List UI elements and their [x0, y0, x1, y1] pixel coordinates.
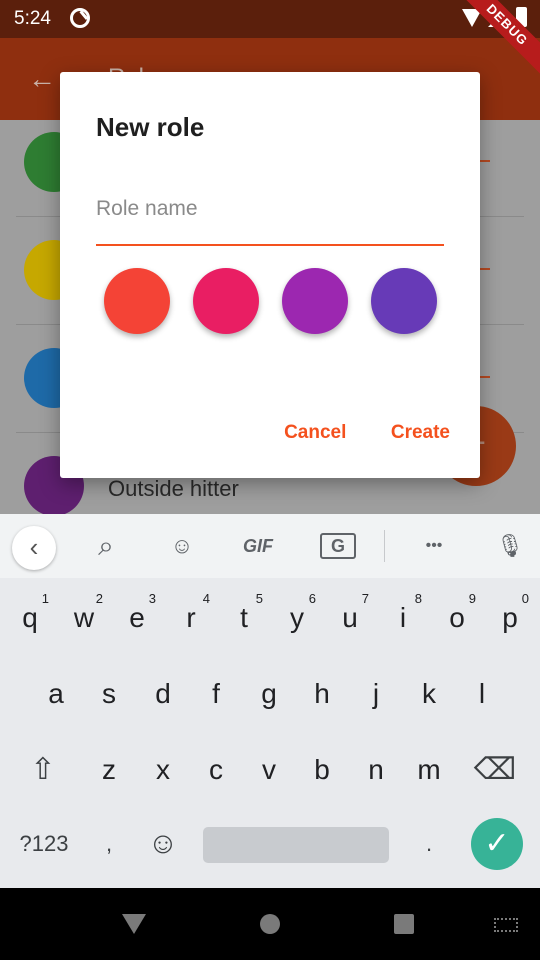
- key-label: p: [502, 602, 518, 633]
- key-label: y: [290, 602, 304, 633]
- color-swatch-red[interactable]: [104, 268, 170, 334]
- color-swatch-purple[interactable]: [282, 268, 348, 334]
- key-g[interactable]: g: [244, 664, 294, 724]
- space-key[interactable]: [203, 827, 389, 863]
- period-key[interactable]: .: [404, 814, 454, 874]
- enter-key[interactable]: ✓: [471, 818, 523, 870]
- dialog-actions: Cancel Create: [244, 422, 450, 444]
- key-hint: 7: [361, 591, 369, 606]
- key-d[interactable]: d: [138, 664, 188, 724]
- shift-key[interactable]: ⇧: [18, 740, 68, 800]
- key-f[interactable]: f: [191, 664, 241, 724]
- key-z[interactable]: z: [84, 740, 134, 800]
- toolbar-divider: [384, 530, 385, 562]
- role-name-input[interactable]: [96, 188, 444, 230]
- sticker-icon[interactable]: ☺: [164, 530, 200, 562]
- new-role-dialog: New role Cancel Create: [60, 72, 480, 478]
- key-u[interactable]: u7: [325, 588, 375, 648]
- more-icon[interactable]: •••: [414, 530, 454, 562]
- key-k[interactable]: k: [404, 664, 454, 724]
- key-y[interactable]: y6: [272, 588, 322, 648]
- key-label: e: [129, 602, 145, 633]
- translate-icon[interactable]: G: [320, 533, 356, 559]
- key-e[interactable]: e3: [112, 588, 162, 648]
- key-hint: 3: [148, 591, 156, 606]
- nav-recents-icon[interactable]: [394, 914, 414, 934]
- key-j[interactable]: j: [351, 664, 401, 724]
- key-hint: 8: [414, 591, 422, 606]
- key-label: o: [449, 602, 465, 633]
- emoji-key[interactable]: ☺: [138, 814, 188, 874]
- soft-keyboard: ‹ ⌕ ☺ GIF G ••• 🎙 q1 w2 e3 r4 t5 y6 u7 i…: [0, 514, 540, 888]
- role-name-label: Outside hitter: [108, 476, 239, 501]
- color-picker: [104, 268, 440, 334]
- key-label: t: [240, 602, 248, 633]
- dialog-title: New role: [96, 112, 205, 142]
- cancel-button[interactable]: Cancel: [284, 422, 346, 444]
- key-q[interactable]: q1: [5, 588, 55, 648]
- gif-icon[interactable]: GIF: [236, 530, 280, 562]
- color-swatch-deep-purple[interactable]: [371, 268, 437, 334]
- status-bar: 5:24: [0, 0, 540, 38]
- key-label: r: [186, 602, 196, 633]
- keyboard-toolbar: ‹ ⌕ ☺ GIF G ••• 🎙: [0, 514, 540, 578]
- key-label: i: [399, 602, 407, 633]
- collapse-keyboard-icon[interactable]: ‹: [12, 526, 56, 570]
- key-hint: 5: [255, 591, 263, 606]
- keyboard-switch-icon[interactable]: [494, 918, 518, 932]
- key-v[interactable]: v: [244, 740, 294, 800]
- key-m[interactable]: m: [404, 740, 454, 800]
- color-swatch-pink[interactable]: [193, 268, 259, 334]
- key-hint: 0: [521, 591, 529, 606]
- system-nav-bar: [0, 888, 540, 960]
- nav-home-icon[interactable]: [260, 914, 280, 934]
- search-icon[interactable]: ⌕: [88, 530, 124, 562]
- key-label: q: [22, 602, 38, 633]
- symbols-key[interactable]: ?123: [12, 814, 76, 874]
- status-time: 5:24: [14, 8, 51, 29]
- backspace-key[interactable]: ⌫: [470, 740, 520, 800]
- key-label: w: [73, 602, 95, 633]
- key-s[interactable]: s: [84, 664, 134, 724]
- back-arrow-icon[interactable]: ←: [28, 65, 56, 93]
- key-hint: 6: [308, 591, 316, 606]
- key-hint: 2: [95, 591, 103, 606]
- create-button[interactable]: Create: [391, 422, 450, 444]
- key-c[interactable]: c: [191, 740, 241, 800]
- nav-back-icon[interactable]: [122, 914, 146, 934]
- key-l[interactable]: l: [457, 664, 507, 724]
- role-name-field: [96, 188, 444, 246]
- sync-icon: [70, 8, 90, 28]
- key-hint: 9: [468, 591, 476, 606]
- key-hint: 1: [41, 591, 49, 606]
- key-a[interactable]: a: [31, 664, 81, 724]
- key-t[interactable]: t5: [219, 588, 269, 648]
- key-h[interactable]: h: [297, 664, 347, 724]
- key-x[interactable]: x: [138, 740, 188, 800]
- key-p[interactable]: p0: [485, 588, 535, 648]
- key-b[interactable]: b: [297, 740, 347, 800]
- key-n[interactable]: n: [351, 740, 401, 800]
- key-label: u: [342, 602, 358, 633]
- key-o[interactable]: o9: [432, 588, 482, 648]
- key-w[interactable]: w2: [59, 588, 109, 648]
- key-r[interactable]: r4: [166, 588, 216, 648]
- key-hint: 4: [202, 591, 210, 606]
- comma-key[interactable]: ,: [84, 814, 134, 874]
- mic-icon[interactable]: 🎙: [492, 530, 528, 562]
- key-i[interactable]: i8: [378, 588, 428, 648]
